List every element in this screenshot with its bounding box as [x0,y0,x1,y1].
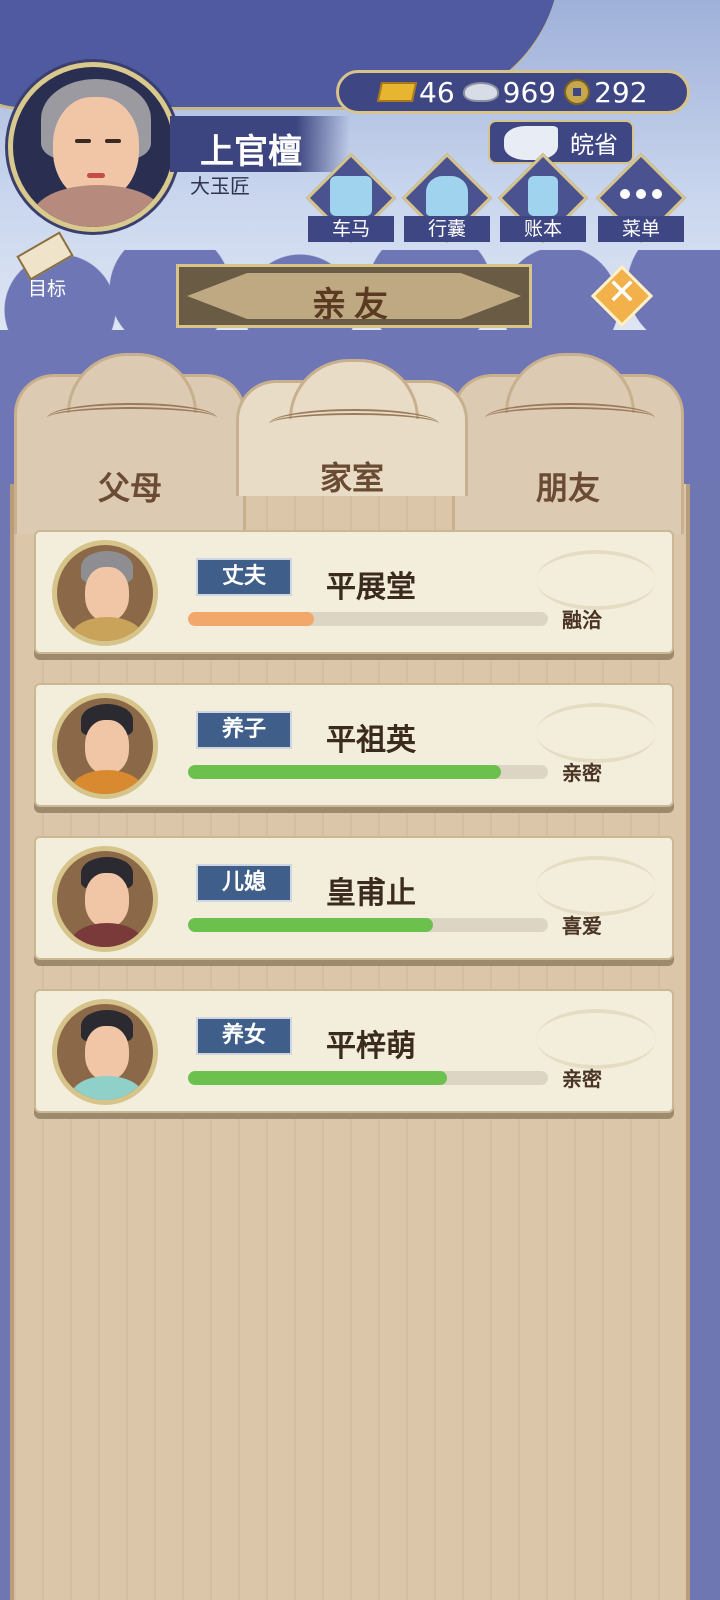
avatar-eye [75,139,91,143]
bag-icon [426,176,468,216]
relative-name: 平祖英 [326,723,416,758]
menu-label: 菜单 [598,216,684,242]
role-tag: 养子 [196,711,292,749]
portrait-face [85,567,129,621]
carriage-label: 车马 [308,216,394,242]
silver-amount: 969 [502,75,557,109]
portrait-robe [71,770,143,794]
tab-friends[interactable]: 朋友 [452,353,684,534]
avatar-body [33,185,163,227]
relative-card[interactable]: 丈夫 平展堂 融洽 [34,530,674,654]
page-title: 亲友 [312,285,396,325]
affinity-bar [188,1071,548,1085]
swirl-ornament [269,409,439,439]
player-avatar[interactable] [8,62,178,232]
portrait-face [85,1026,129,1080]
carriage-button[interactable]: 车马 [305,152,397,248]
player-title: 大玉匠 [190,174,250,198]
silver-ingot-icon [462,82,499,102]
close-button[interactable]: ✕ [590,264,654,328]
relationship-status: 亲密 [562,761,602,785]
menu-dots-icon [620,184,662,204]
relative-portrait [52,693,158,799]
tab-household[interactable]: 家室 [236,359,468,497]
affinity-bar [188,918,548,932]
affinity-fill [188,765,502,779]
gold-ingot-icon [376,82,418,102]
ledger-button[interactable]: 账本 [497,152,589,248]
tab-label: 家室 [319,459,384,497]
close-icon: ✕ [606,272,638,313]
avatar-mouth [87,173,105,178]
tab-parents[interactable]: 父母 [14,353,246,534]
relationship-status: 亲密 [562,1067,602,1091]
bag-label: 行囊 [404,216,490,242]
portrait-robe [71,923,143,947]
affinity-fill [188,612,314,626]
goal-button[interactable]: 目标 [10,231,80,300]
relative-name: 平展堂 [326,570,416,605]
affinity-fill [188,1071,448,1085]
relative-name: 平梓萌 [326,1029,416,1064]
swirl-ornament [47,403,217,433]
role-tag: 养女 [196,1017,292,1055]
relative-portrait [52,999,158,1105]
portrait-robe [71,617,143,641]
swirl-ornament [485,403,655,433]
iron-icon [504,126,558,160]
relative-name: 皇甫止 [326,876,416,911]
wave-ornament [536,856,656,916]
affinity-bar [188,765,548,779]
wave-ornament [536,703,656,763]
wave-ornament [536,550,656,610]
relationship-status: 喜爱 [562,914,602,938]
portrait-robe [71,1076,143,1100]
coin-amount: 292 [594,75,648,109]
bag-button[interactable]: 行囊 [401,152,493,248]
gold-amount: 46 [419,75,455,109]
player-name: 上官檀 [200,132,302,172]
wave-ornament [536,1009,656,1069]
role-tag: 儿媳 [196,864,292,902]
relative-card[interactable]: 养女 平梓萌 亲密 [34,989,674,1113]
relative-card[interactable]: 儿媳 皇甫止 喜爱 [34,836,674,960]
ledger-label: 账本 [500,216,586,242]
relative-card[interactable]: 养子 平祖英 亲密 [34,683,674,807]
carriage-icon [330,176,372,216]
role-tag: 丈夫 [196,558,292,596]
avatar-eye [105,139,121,143]
region-label: 皖省 [570,130,618,159]
affinity-fill [188,918,433,932]
portrait-face [85,720,129,774]
affinity-bar [188,612,548,626]
relationship-status: 融洽 [562,608,602,632]
goal-label: 目标 [28,278,67,300]
portrait-face [85,873,129,927]
relative-portrait [52,846,158,952]
copper-coin-icon [564,79,591,105]
title-banner: 亲友 [176,264,532,328]
tab-label: 朋友 [535,469,600,507]
relative-portrait [52,540,158,646]
currency-bar: 46 969 292 [336,70,690,114]
menu-button[interactable]: 菜单 [595,152,687,248]
ledger-icon [528,176,558,216]
tab-label: 父母 [97,469,162,507]
region-button[interactable]: 皖省 [488,120,634,164]
